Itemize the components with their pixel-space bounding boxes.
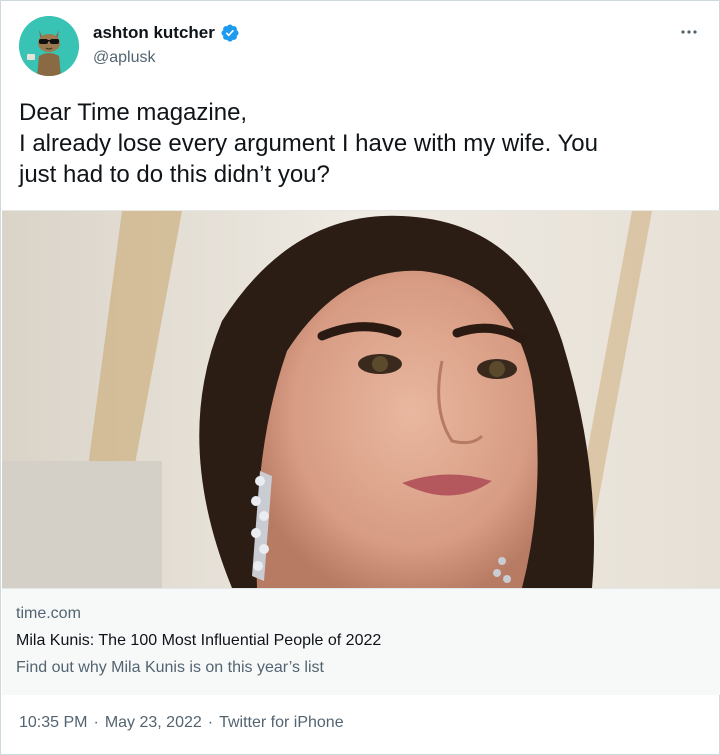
link-preview-card[interactable]: time.com Mila Kunis: The 100 Most Influe… (2, 210, 720, 695)
footer-separator: · (93, 714, 99, 731)
author-display-name[interactable]: ashton kutcher (93, 23, 215, 43)
author-name-row: ashton kutcher (93, 23, 240, 43)
card-description: Find out why Mila Kunis is on this year’… (16, 659, 324, 676)
tweet-text-line: Dear Time magazine, (19, 99, 248, 126)
tweet-text-line: just had to do this didn’t you? (19, 161, 330, 188)
verified-badge-icon (220, 23, 240, 43)
card-domain: time.com (16, 605, 81, 622)
author-avatar[interactable] (19, 16, 79, 76)
tweet-time[interactable]: 10:35 PM (19, 714, 87, 732)
author-handle[interactable]: @aplusk (93, 49, 156, 67)
sunglasses-cat-avatar-icon (19, 16, 79, 76)
tweet-text-line: I already lose every argument I have wit… (19, 130, 598, 157)
tweet-footer: 10:35 PM · May 23, 2022 · Twitter for iP… (19, 714, 344, 732)
card-meta[interactable]: time.com Mila Kunis: The 100 Most Influe… (2, 588, 720, 695)
tweet-date[interactable]: May 23, 2022 (105, 714, 202, 732)
card-image[interactable] (2, 211, 720, 588)
tweet-source[interactable]: Twitter for iPhone (219, 714, 344, 732)
tweet-card: ashton kutcher @aplusk Dear Time magazin… (0, 0, 720, 755)
card-title: Mila Kunis: The 100 Most Influential Peo… (16, 632, 382, 649)
footer-separator: · (207, 714, 214, 731)
more-icon[interactable] (677, 20, 701, 44)
tweet-text: Dear Time magazine, I already lose every… (19, 97, 699, 190)
